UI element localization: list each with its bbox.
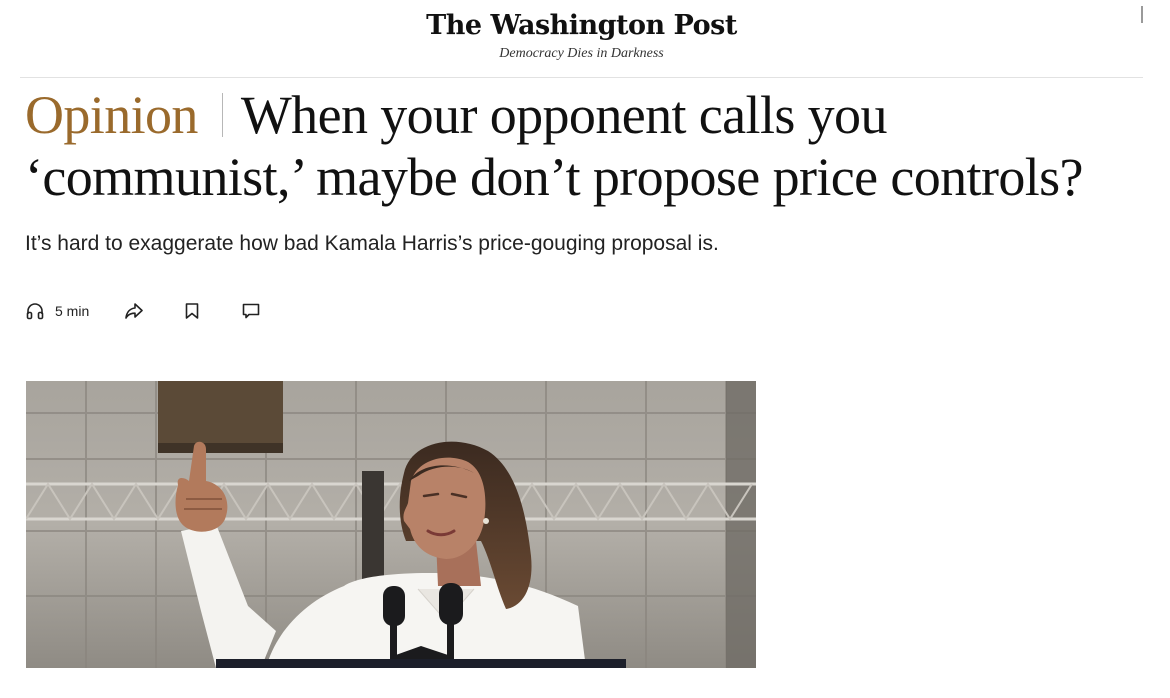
headphones-icon [25,302,45,320]
headline-line-1: When your opponent calls you [240,85,888,145]
masthead: The Washington Post Democracy Dies in Da… [20,0,1143,78]
article-dek: It’s hard to exaggerate how bad Kamala H… [25,232,719,255]
share-icon [123,301,145,321]
site-tagline: Democracy Dies in Darkness [499,46,664,61]
kicker-divider [221,93,223,137]
listen-button[interactable]: 5 min [25,302,89,320]
bookmark-icon [184,302,200,320]
comment-icon [241,302,261,320]
headline-line-2: ‘communist,’ maybe don’t propose price c… [25,147,1084,207]
lead-photo[interactable] [26,381,756,668]
listen-duration: 5 min [55,303,90,319]
scrollbar-thumb[interactable] [1141,6,1143,23]
site-logo[interactable]: The Washington Post [20,9,1143,43]
comments-button[interactable] [241,302,261,320]
article-action-bar: 5 min [25,298,261,324]
save-button[interactable] [184,302,200,320]
article-headline: Opinion When your opponent calls you ‘com… [25,84,1165,208]
section-label-opinion[interactable]: Opinion [25,85,198,145]
share-button[interactable] [123,301,145,321]
